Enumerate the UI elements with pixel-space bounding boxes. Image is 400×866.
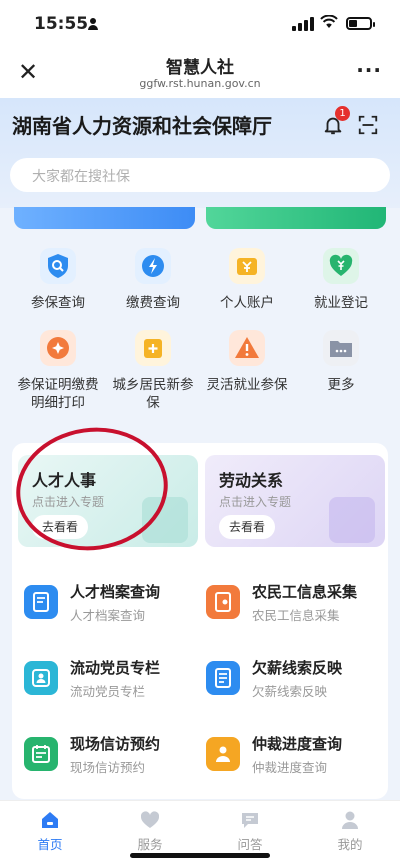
scan-icon[interactable] xyxy=(357,114,379,136)
grid-item-label: 城乡居民新参保 xyxy=(112,377,194,411)
grid-item-payment-query[interactable]: 缴费查询 xyxy=(103,248,203,312)
tab-home[interactable]: 首页 xyxy=(0,809,100,853)
service-migrant-info[interactable]: 农民工信息采集 农民工信息采集 xyxy=(202,579,382,639)
person-icon xyxy=(88,18,98,30)
service-name: 农民工信息采集 xyxy=(252,583,358,601)
service-desc: 欠薪线索反映 xyxy=(252,684,328,699)
grid-item-personal-account[interactable]: 个人账户 xyxy=(197,248,297,312)
grid-item-resident-enroll[interactable]: 城乡居民新参保 xyxy=(103,330,203,412)
user-icon xyxy=(339,809,361,831)
grid-item-label: 参保证明缴费明细打印 xyxy=(17,377,99,411)
plus-bag-icon xyxy=(135,330,171,366)
home-indicator xyxy=(130,853,270,858)
grid-item-insurance-query[interactable]: 参保查询 xyxy=(8,248,108,312)
nav-title: 智慧人社 xyxy=(166,58,234,78)
grid-item-label: 缴费查询 xyxy=(126,295,180,311)
warning-icon xyxy=(229,330,265,366)
member-icon xyxy=(24,661,58,695)
shield-search-icon xyxy=(40,248,76,284)
heart-icon xyxy=(139,809,161,831)
search-input[interactable]: 大家都在搜社保 xyxy=(10,158,390,192)
tab-mine[interactable]: 我的 xyxy=(300,809,400,853)
service-desc: 农民工信息采集 xyxy=(252,608,340,623)
service-name: 仲裁进度查询 xyxy=(252,735,343,753)
service-name: 流动党员专栏 xyxy=(70,659,161,677)
archive-icon xyxy=(24,585,58,619)
grid-item-more[interactable]: 更多 xyxy=(291,330,391,394)
battery-icon xyxy=(346,17,375,30)
signal-icon xyxy=(292,17,314,31)
tab-qa[interactable]: 问答 xyxy=(200,809,300,853)
person-card-icon xyxy=(206,737,240,771)
tab-label: 服务 xyxy=(137,837,163,852)
topic-go-button[interactable]: 去看看 xyxy=(219,515,275,539)
tab-label: 我的 xyxy=(337,837,363,852)
calendar-icon xyxy=(24,737,58,771)
service-arbitration-progress[interactable]: 仲裁进度查询 仲裁进度查询 xyxy=(202,731,382,791)
more-icon[interactable]: ··· xyxy=(356,58,382,82)
org-name: 湖南省人力资源和社会保障厅 xyxy=(12,114,272,138)
grid-item-flexible-employment[interactable]: 灵活就业参保 xyxy=(197,330,297,394)
bottom-tab-bar: 首页 服务 问答 我的 xyxy=(0,800,400,866)
service-name: 现场信访预约 xyxy=(70,735,161,753)
folder-icon xyxy=(323,330,359,366)
service-talent-archive[interactable]: 人才档案查询 人才档案查询 xyxy=(20,579,200,639)
lightning-icon xyxy=(135,248,171,284)
grid-item-label: 个人账户 xyxy=(220,295,274,311)
service-desc: 人才档案查询 xyxy=(70,608,146,623)
tab-label: 首页 xyxy=(37,837,63,852)
topic-illustration xyxy=(329,497,375,543)
service-party-member[interactable]: 流动党员专栏 流动党员专栏 xyxy=(20,655,200,715)
tab-services[interactable]: 服务 xyxy=(100,809,200,853)
topic-labor[interactable]: 劳动关系 点击进入专题 去看看 xyxy=(205,455,385,547)
banner-left[interactable] xyxy=(14,207,195,229)
heart-yen-icon xyxy=(323,248,359,284)
grid-item-label: 更多 xyxy=(327,377,355,393)
nav-bar: ✕ 智慧人社 ggfw.rst.hunan.gov.cn ··· xyxy=(0,46,400,98)
book-icon xyxy=(206,585,240,619)
service-desc: 仲裁进度查询 xyxy=(252,760,328,775)
status-time: 15:55 xyxy=(34,14,89,34)
grid-item-employment-registration[interactable]: 就业登记 xyxy=(291,248,391,312)
grid-item-label: 灵活就业参保 xyxy=(206,377,288,393)
grid-item-certificate-print[interactable]: 参保证明缴费明细打印 xyxy=(8,330,108,412)
home-icon xyxy=(39,809,61,831)
tab-label: 问答 xyxy=(237,837,263,852)
banner-right[interactable] xyxy=(206,207,386,229)
notification-badge: 1 xyxy=(335,106,350,121)
nav-url: ggfw.rst.hunan.gov.cn xyxy=(139,77,261,90)
service-name: 人才档案查询 xyxy=(70,583,161,601)
status-bar: 15:55 xyxy=(0,0,400,46)
service-name: 欠薪线索反映 xyxy=(252,659,343,677)
service-desc: 现场信访预约 xyxy=(70,760,146,775)
search-placeholder: 大家都在搜社保 xyxy=(32,169,130,185)
topic-title: 劳动关系 xyxy=(219,471,284,490)
badge-icon xyxy=(40,330,76,366)
service-desc: 流动党员专栏 xyxy=(70,684,146,699)
service-wage-arrears[interactable]: 欠薪线索反映 欠薪线索反映 xyxy=(202,655,382,715)
topic-subtitle: 点击进入专题 xyxy=(219,495,292,509)
service-petition-booking[interactable]: 现场信访预约 现场信访预约 xyxy=(20,731,200,791)
wifi-icon xyxy=(320,14,338,33)
wallet-icon xyxy=(229,248,265,284)
document-icon xyxy=(206,661,240,695)
header: 湖南省人力资源和社会保障厅 1 大家都在搜社保 xyxy=(0,98,400,208)
grid-item-label: 参保查询 xyxy=(31,295,85,311)
grid-item-label: 就业登记 xyxy=(314,295,368,311)
chat-icon xyxy=(239,809,261,831)
